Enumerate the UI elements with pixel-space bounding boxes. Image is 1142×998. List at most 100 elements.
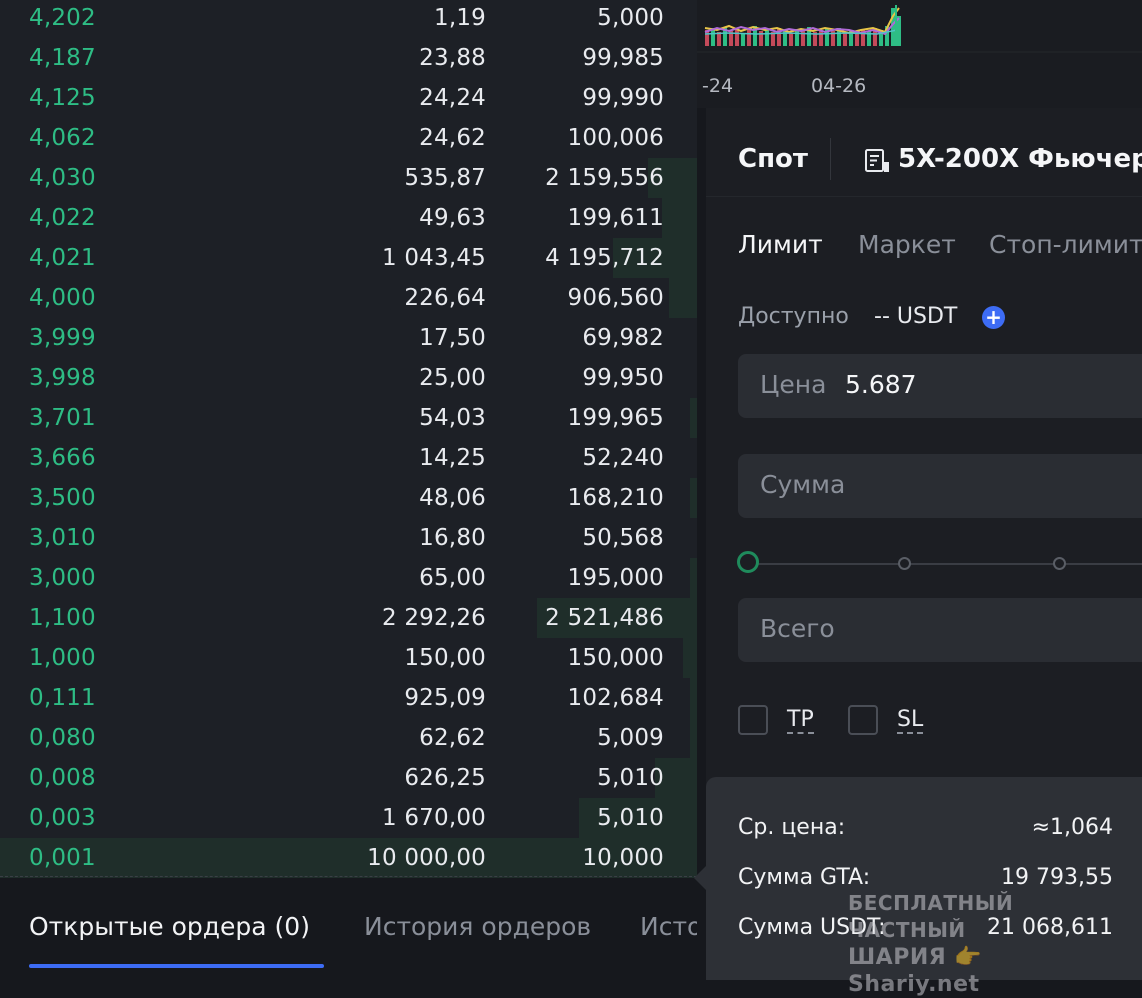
orderbook-price: 3,500 (29, 485, 96, 511)
orderbook-row[interactable]: 4,030 535,87 2 159,556 (0, 158, 697, 198)
orderbook-row[interactable]: 4,022 49,63 199,611 (0, 198, 697, 238)
orderbook-row[interactable]: 4,202 1,19 5,000 (0, 0, 697, 38)
tooltip-pointer (694, 866, 706, 890)
orderbook-total: 2 521,486 (545, 605, 664, 631)
x-axis-label: -24 (702, 75, 734, 97)
orderbook-quantity: 2 292,26 (381, 605, 486, 631)
orderbook-price: 1,100 (29, 605, 96, 631)
orderbook-price: 4,125 (29, 85, 96, 111)
orderbook-quantity: 16,80 (419, 525, 486, 551)
tab-separator (830, 138, 831, 180)
orderbook-quantity: 24,24 (419, 85, 486, 111)
orderbook-quantity: 48,06 (419, 485, 486, 511)
orderbook-quantity: 1,19 (433, 5, 486, 31)
amount-slider-track[interactable] (750, 563, 1142, 565)
orderbook-price: 4,202 (29, 5, 96, 31)
orderbook-quantity: 23,88 (419, 45, 486, 71)
tp-label[interactable]: TP (787, 708, 814, 734)
amount-input[interactable]: Сумма (738, 454, 1142, 518)
orders-tab-bar: Открытые ордера (0) История ордеров Исто (0, 880, 706, 980)
orderbook-row[interactable]: 0,111 925,09 102,684 (0, 678, 697, 718)
amount-slider-handle[interactable] (737, 551, 759, 573)
orderbook-row[interactable]: 1,100 2 292,26 2 521,486 (0, 598, 697, 638)
orderbook-quantity: 1 043,45 (381, 245, 486, 271)
orderbook-row[interactable]: 3,701 54,03 199,965 (0, 398, 697, 438)
orderbook-row[interactable]: 0,001 10 000,00 10,000 (0, 838, 697, 878)
orderbook-price: 4,021 (29, 245, 96, 271)
depth-bar (690, 718, 697, 758)
orderbook-row[interactable]: 1,000 150,00 150,000 (0, 638, 697, 678)
orderbook-quantity: 54,03 (419, 405, 486, 431)
orderbook-quantity: 626,25 (404, 765, 486, 791)
orderbook-row[interactable]: 3,999 17,50 69,982 (0, 318, 697, 358)
orderbook-quantity: 14,25 (419, 445, 486, 471)
orderbook-price: 4,062 (29, 125, 96, 151)
tp-checkbox[interactable] (738, 705, 768, 735)
tab-futures[interactable]: 5X-200X Фьючерс (898, 144, 1142, 174)
total-input[interactable]: Всего (738, 598, 1142, 662)
order-type-market[interactable]: Маркет (858, 230, 956, 259)
price-chart[interactable]: -24 04-26 (697, 0, 1142, 108)
avg-price-label: Ср. цена: (738, 815, 846, 840)
depth-bar (690, 678, 697, 718)
tab-order-history[interactable]: История ордеров (364, 912, 591, 941)
orderbook-price: 0,001 (29, 845, 96, 871)
orderbook-price: 3,998 (29, 365, 96, 391)
avg-price-value: ≈1,064 (1031, 815, 1113, 840)
orderbook-total: 199,965 (567, 405, 664, 431)
orderbook-total: 69,982 (582, 325, 664, 351)
orderbook-row[interactable]: 0,080 62,62 5,009 (0, 718, 697, 758)
orderbook-price: 3,999 (29, 325, 96, 351)
orderbook-price: 3,010 (29, 525, 96, 551)
orderbook-price: 4,022 (29, 205, 96, 231)
depth-bar (662, 198, 697, 238)
watermark-line: ШАРИЯ 👉 Shariy.net (848, 945, 983, 997)
orderbook-row[interactable]: 4,125 24,24 99,990 (0, 78, 697, 118)
plus-circle-icon[interactable]: + (982, 306, 1005, 329)
total-input-placeholder: Всего (760, 614, 835, 643)
orderbook-row[interactable]: 4,062 24,62 100,006 (0, 118, 697, 158)
sum-gta-label: Сумма GTA: (738, 865, 871, 890)
price-input[interactable]: Цена 5.687 (738, 354, 1142, 418)
orderbook-price: 3,701 (29, 405, 96, 431)
orderbook-row[interactable]: 3,998 25,00 99,950 (0, 358, 697, 398)
orderbook-total: 52,240 (582, 445, 664, 471)
orderbook-price: 0,111 (29, 685, 96, 711)
orderbook-quantity: 226,64 (404, 285, 486, 311)
orderbook-quantity: 25,00 (419, 365, 486, 391)
order-type-stop-limit[interactable]: Стоп-лимит (989, 230, 1142, 259)
slider-step-25[interactable] (898, 557, 911, 570)
tab-open-orders[interactable]: Открытые ордера (0) (29, 912, 310, 941)
order-book: 4,202 1,19 5,000 4,187 23,88 99,985 4,125 24,24… (0, 0, 697, 878)
orderbook-row[interactable]: 4,187 23,88 99,985 (0, 38, 697, 78)
active-tab-indicator (29, 964, 324, 968)
order-type-limit[interactable]: Лимит (738, 230, 823, 259)
orderbook-total: 150,000 (567, 645, 664, 671)
orderbook-row[interactable]: 3,010 16,80 50,568 (0, 518, 697, 558)
orderbook-row[interactable]: 3,000 65,00 195,000 (0, 558, 697, 598)
document-list-icon (865, 149, 889, 172)
watermark-line: БЕСПЛАТНЫЙ ЧАСТНЫЙ (848, 891, 1014, 942)
orderbook-total: 168,210 (567, 485, 664, 511)
slider-step-50[interactable] (1053, 557, 1066, 570)
orderbook-row[interactable]: 4,021 1 043,45 4 195,712 (0, 238, 697, 278)
orderbook-total: 5,009 (597, 725, 664, 751)
orderbook-row[interactable]: 3,666 14,25 52,240 (0, 438, 697, 478)
orderbook-row[interactable]: 3,500 48,06 168,210 (0, 478, 697, 518)
orderbook-total: 99,990 (582, 85, 664, 111)
orderbook-price: 0,008 (29, 765, 96, 791)
mode-divider (706, 196, 1142, 197)
orderbook-row[interactable]: 0,003 1 670,00 5,010 (0, 798, 697, 838)
orderbook-quantity: 535,87 (404, 165, 486, 191)
orderbook-row[interactable]: 0,008 626,25 5,010 (0, 758, 697, 798)
tab-trade-history[interactable]: Исто (640, 912, 702, 941)
orderbook-quantity: 49,63 (419, 205, 486, 231)
tab-spot[interactable]: Спот (738, 144, 808, 174)
orderbook-quantity: 925,09 (404, 685, 486, 711)
orderbook-total: 5,010 (597, 805, 664, 831)
available-balance: -- USDT (874, 304, 958, 329)
order-book-divider (0, 876, 697, 877)
sl-label[interactable]: SL (897, 708, 924, 734)
sl-checkbox[interactable] (848, 705, 878, 735)
orderbook-row[interactable]: 4,000 226,64 906,560 (0, 278, 697, 318)
